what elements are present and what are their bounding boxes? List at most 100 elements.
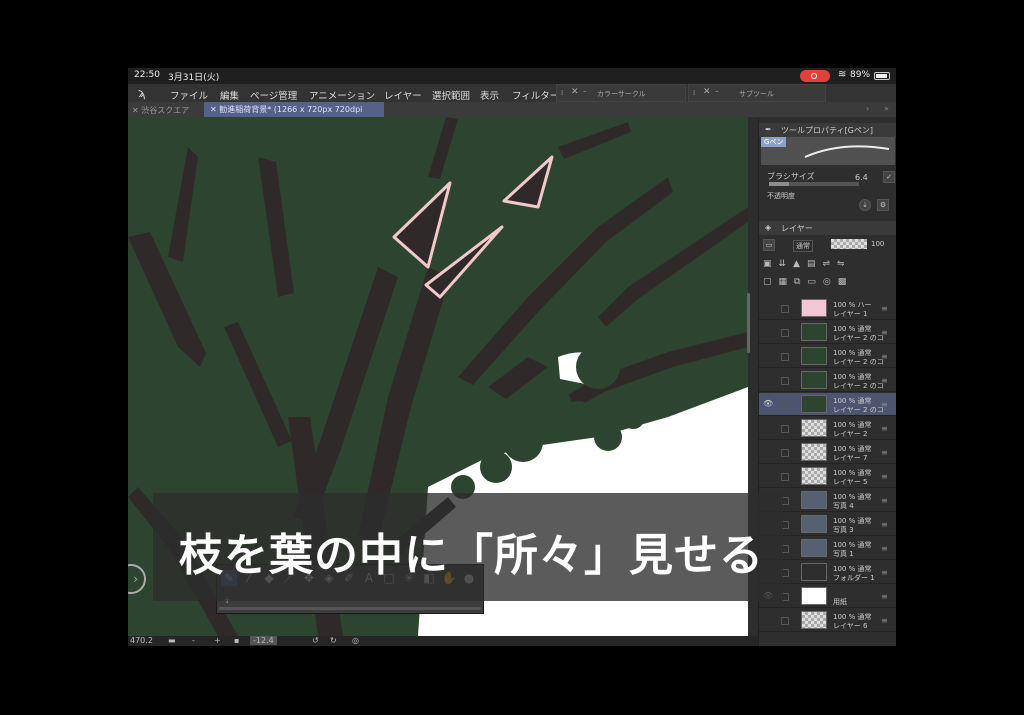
lock-toggle[interactable] — [781, 353, 789, 361]
visibility-eye-icon[interactable] — [763, 447, 773, 457]
layer-toolbar-row1[interactable]: ▣⇊▲▤⇌⇋ — [763, 259, 893, 273]
layer-row[interactable]: 100 % 通常 レイヤー 2 のコ ≡ — [759, 321, 896, 344]
lock-toggle[interactable] — [781, 449, 789, 457]
lock-toggle[interactable] — [781, 377, 789, 385]
layer-row[interactable]: 100 % 通常 レイヤー 7 ≡ — [759, 441, 896, 464]
clip-studio-logo-icon[interactable]: ϡ — [138, 86, 146, 100]
drag-handle-icon[interactable]: ≡ — [881, 616, 888, 625]
status-time: 22:50 — [134, 70, 160, 80]
battery-icon — [874, 72, 890, 80]
zoom-in-button[interactable]: + — [214, 636, 221, 645]
layer-row[interactable]: 👁 100 % 通常 レイヤー 2 のコ ≡ — [759, 393, 896, 416]
visibility-eye-icon[interactable] — [763, 423, 773, 433]
menu-view[interactable]: 表示 — [480, 88, 499, 102]
opacity-bar[interactable] — [831, 239, 867, 249]
layer-row[interactable]: 100 % 通常 レイヤー 5 ≡ — [759, 465, 896, 488]
visibility-eye-icon[interactable] — [763, 375, 773, 385]
drag-handle-icon[interactable]: ≡ — [881, 592, 888, 601]
tab-active-document[interactable]: ✕ 勧進稲荷背景* (1266 x 720px 720dpi 470.2%) — [204, 102, 384, 129]
visibility-eye-icon[interactable]: 👁 — [763, 399, 773, 409]
layer-thumbnail — [801, 467, 827, 485]
canvas-scrollbar[interactable] — [747, 293, 750, 353]
tab-shibuya[interactable]: ✕ 渋谷スクエア — [132, 105, 189, 116]
visibility-eye-icon[interactable] — [763, 303, 773, 313]
visibility-eye-icon[interactable] — [763, 471, 773, 481]
layer-name: レイヤー 1 — [833, 310, 868, 318]
lock-toggle[interactable] — [781, 401, 789, 409]
drag-handle-icon[interactable]: ≡ — [881, 352, 888, 361]
layer-thumbnail — [801, 539, 827, 557]
lock-toggle[interactable] — [781, 617, 789, 625]
wrench-icon[interactable]: ⚙ — [877, 199, 889, 211]
drag-handle-icon[interactable]: ≡ — [881, 544, 888, 553]
tool-palette-scrollbar[interactable] — [219, 607, 481, 610]
grip-icon[interactable]: ⁞ — [561, 89, 563, 97]
layer-row[interactable]: 100 % 通常 レイヤー 2 のコ ≡ — [759, 345, 896, 368]
lock-toggle[interactable] — [781, 473, 789, 481]
drag-handle-icon[interactable]: ≡ — [881, 472, 888, 481]
drag-handle-icon[interactable]: ≡ — [881, 568, 888, 577]
layer-thumbnail — [801, 491, 827, 509]
menu-animation[interactable]: アニメーション — [309, 88, 375, 102]
menu-edit[interactable]: 編集 — [220, 88, 239, 102]
tool-property-header: ✒ ツールプロパティ[Gペン] — [759, 123, 896, 137]
layer-name: フォルダー 1 — [833, 574, 875, 582]
layer-thumbnail — [801, 611, 827, 629]
drag-handle-icon[interactable]: ≡ — [881, 376, 888, 385]
visibility-eye-icon[interactable] — [763, 615, 773, 625]
subtitle-banner: 枝を葉の中に「所々」見せる — [153, 493, 783, 601]
layer-row[interactable]: 100 % 通常 レイヤー 2 ≡ — [759, 417, 896, 440]
layer-row[interactable]: 100 % 通常 レイヤー 6 ≡ — [759, 609, 896, 632]
screen-record-icon[interactable] — [800, 70, 830, 82]
brush-size-slider[interactable] — [769, 182, 859, 186]
layer-row[interactable]: 100 % ハー レイヤー 1 ≡ — [759, 297, 896, 320]
layer-name: 用紙 — [833, 598, 847, 606]
layer-opacity-value[interactable]: 100 — [871, 240, 884, 248]
layer-name: レイヤー 7 — [833, 454, 868, 462]
reset-icon[interactable]: ◎ — [352, 636, 359, 645]
rotate-left-icon[interactable]: ↺ — [312, 636, 319, 645]
menu-page[interactable]: ページ管理 — [250, 88, 297, 102]
lock-toggle[interactable] — [781, 305, 789, 313]
fit-icon[interactable]: ▪ — [234, 636, 239, 645]
menu-filter[interactable]: フィルター — [512, 88, 559, 102]
drag-handle-icon[interactable]: ≡ — [881, 328, 888, 337]
rotation-value[interactable]: -12.4 — [250, 636, 277, 645]
close-icon[interactable]: ✕ — [571, 87, 579, 97]
lock-toggle[interactable] — [781, 329, 789, 337]
minimize-icon[interactable]: – — [583, 87, 587, 95]
drag-handle-icon[interactable]: ≡ — [881, 448, 888, 457]
download-icon[interactable]: ⇣ — [859, 199, 871, 211]
minimize-icon[interactable]: – — [715, 87, 719, 95]
brush-name-label: Gペン — [761, 137, 787, 147]
layer-name: レイヤー 2 のコ — [833, 334, 884, 342]
layer-color-icon[interactable]: ▭ — [763, 239, 775, 251]
visibility-eye-icon[interactable] — [763, 327, 773, 337]
drag-handle-icon[interactable]: ≡ — [881, 400, 888, 409]
close-icon[interactable]: ✕ — [703, 87, 711, 97]
brush-size-value[interactable]: 6.4 — [855, 173, 868, 182]
layer-toolbar-row2[interactable]: ▢▦⧉▭◎▩ — [763, 277, 893, 291]
lock-toggle[interactable] — [781, 425, 789, 433]
color-circle-window[interactable]: ⁞ ✕ – カラーサークル — [556, 84, 686, 102]
zoom-value[interactable]: 470.2 — [130, 636, 153, 645]
checkmark-icon[interactable]: ✓ — [883, 171, 895, 183]
zoom-out-button[interactable]: - — [192, 636, 195, 645]
drag-handle-icon[interactable]: ≡ — [881, 424, 888, 433]
drag-handle-icon[interactable]: ≡ — [881, 496, 888, 505]
drag-handle-icon[interactable]: ≡ — [881, 520, 888, 529]
menu-file[interactable]: ファイル — [170, 88, 208, 102]
visibility-eye-icon[interactable] — [763, 351, 773, 361]
layer-row[interactable]: 100 % 通常 レイヤー 2 のコ ≡ — [759, 369, 896, 392]
chevron-right-icon[interactable]: › — [866, 104, 869, 113]
double-chevron-icon[interactable]: » — [884, 104, 889, 113]
zoom-slider[interactable]: ▬ — [168, 636, 176, 645]
menu-layer[interactable]: レイヤー — [384, 88, 422, 102]
drag-handle-icon[interactable]: ≡ — [881, 304, 888, 313]
menu-selection[interactable]: 選択範囲 — [432, 88, 470, 102]
sub-tool-window[interactable]: ⁞ ✕ – サブツール — [688, 84, 826, 102]
blend-mode-select[interactable]: 通常 — [793, 240, 813, 252]
rotate-right-icon[interactable]: ↻ — [330, 636, 337, 645]
brush-size-fill — [769, 182, 789, 186]
grip-icon[interactable]: ⁞ — [693, 89, 695, 97]
